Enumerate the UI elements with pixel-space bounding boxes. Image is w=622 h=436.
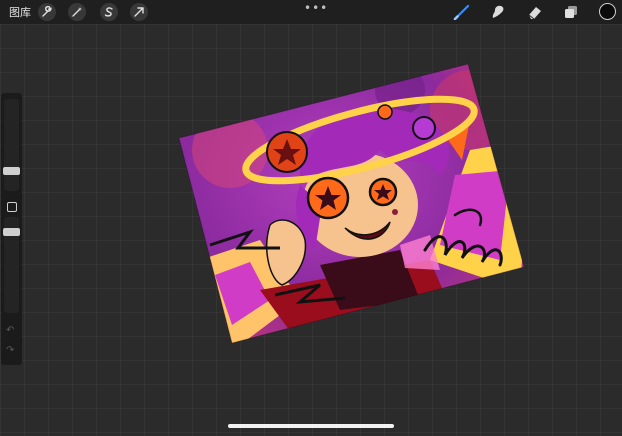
artwork — [178, 63, 525, 344]
home-indicator — [228, 424, 394, 428]
canvas-area[interactable] — [0, 0, 622, 432]
artwork-layer — [179, 64, 524, 343]
